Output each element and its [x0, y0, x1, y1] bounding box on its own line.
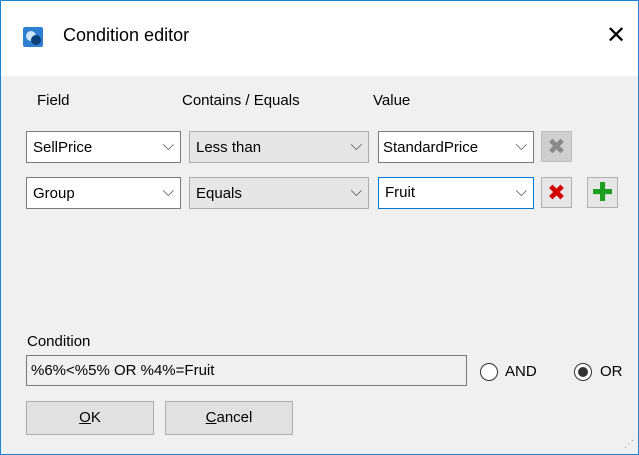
- condition-editor-window: Condition editor ✕ Field Contains / Equa…: [0, 0, 639, 455]
- add-icon: ✚: [591, 177, 614, 207]
- radio-selected-dot: [578, 367, 588, 377]
- ok-accelerator: O: [79, 409, 91, 426]
- resize-grip[interactable]: ⋰: [624, 439, 634, 450]
- chevron-down-icon: ⌵: [162, 183, 174, 200]
- delete-icon: ✖: [547, 180, 566, 205]
- row2-value-select[interactable]: Fruit ⌵: [378, 177, 534, 209]
- row1-value-select[interactable]: StandardPrice ⌵: [378, 131, 534, 163]
- condition-label: Condition: [27, 333, 91, 350]
- or-radio-label: OR: [600, 363, 623, 380]
- row1-value-value: StandardPrice: [383, 139, 479, 156]
- title-bar: Condition editor ✕: [1, 1, 638, 76]
- cancel-label-rest: ancel: [216, 409, 253, 426]
- ok-button[interactable]: OK: [26, 401, 154, 435]
- operator-column-label: Contains / Equals: [182, 92, 300, 109]
- row2-value-value: Fruit: [385, 184, 415, 201]
- field-column-label: Field: [37, 92, 70, 109]
- condition-value: %6%<%5% OR %4%=Fruit: [31, 362, 215, 379]
- and-radio[interactable]: [480, 363, 498, 381]
- cancel-accelerator: C: [205, 409, 217, 426]
- chevron-down-icon: ⌵: [515, 183, 527, 200]
- ok-label-rest: K: [90, 409, 101, 426]
- condition-field[interactable]: %6%<%5% OR %4%=Fruit: [26, 355, 467, 386]
- value-column-label: Value: [373, 92, 411, 109]
- row1-field-select[interactable]: SellPrice ⌵: [26, 131, 181, 163]
- or-radio[interactable]: [574, 363, 592, 381]
- and-radio-label: AND: [505, 363, 537, 380]
- chevron-down-icon: ⌵: [515, 137, 527, 154]
- row1-operator-value: Less than: [196, 139, 262, 156]
- row1-field-value: SellPrice: [33, 139, 93, 156]
- row2-delete-button[interactable]: ✖: [541, 177, 572, 208]
- chevron-down-icon: ⌵: [162, 137, 174, 154]
- chevron-down-icon: ⌵: [350, 137, 362, 154]
- close-button[interactable]: ✕: [601, 23, 631, 53]
- row2-field-value: Group: [33, 185, 75, 202]
- row2-operator-value: Equals: [196, 185, 242, 202]
- delete-icon: ✖: [547, 134, 566, 159]
- row2-field-select[interactable]: Group ⌵: [26, 177, 181, 209]
- add-row-button[interactable]: ✚: [587, 177, 618, 208]
- app-icon: [23, 27, 43, 47]
- row2-operator-select[interactable]: Equals ⌵: [189, 177, 369, 209]
- row1-operator-select[interactable]: Less than ⌵: [189, 131, 369, 163]
- window-title: Condition editor: [63, 25, 190, 45]
- chevron-down-icon: ⌵: [350, 183, 362, 200]
- row1-delete-button[interactable]: ✖: [541, 131, 572, 162]
- cancel-button[interactable]: Cancel: [165, 401, 293, 435]
